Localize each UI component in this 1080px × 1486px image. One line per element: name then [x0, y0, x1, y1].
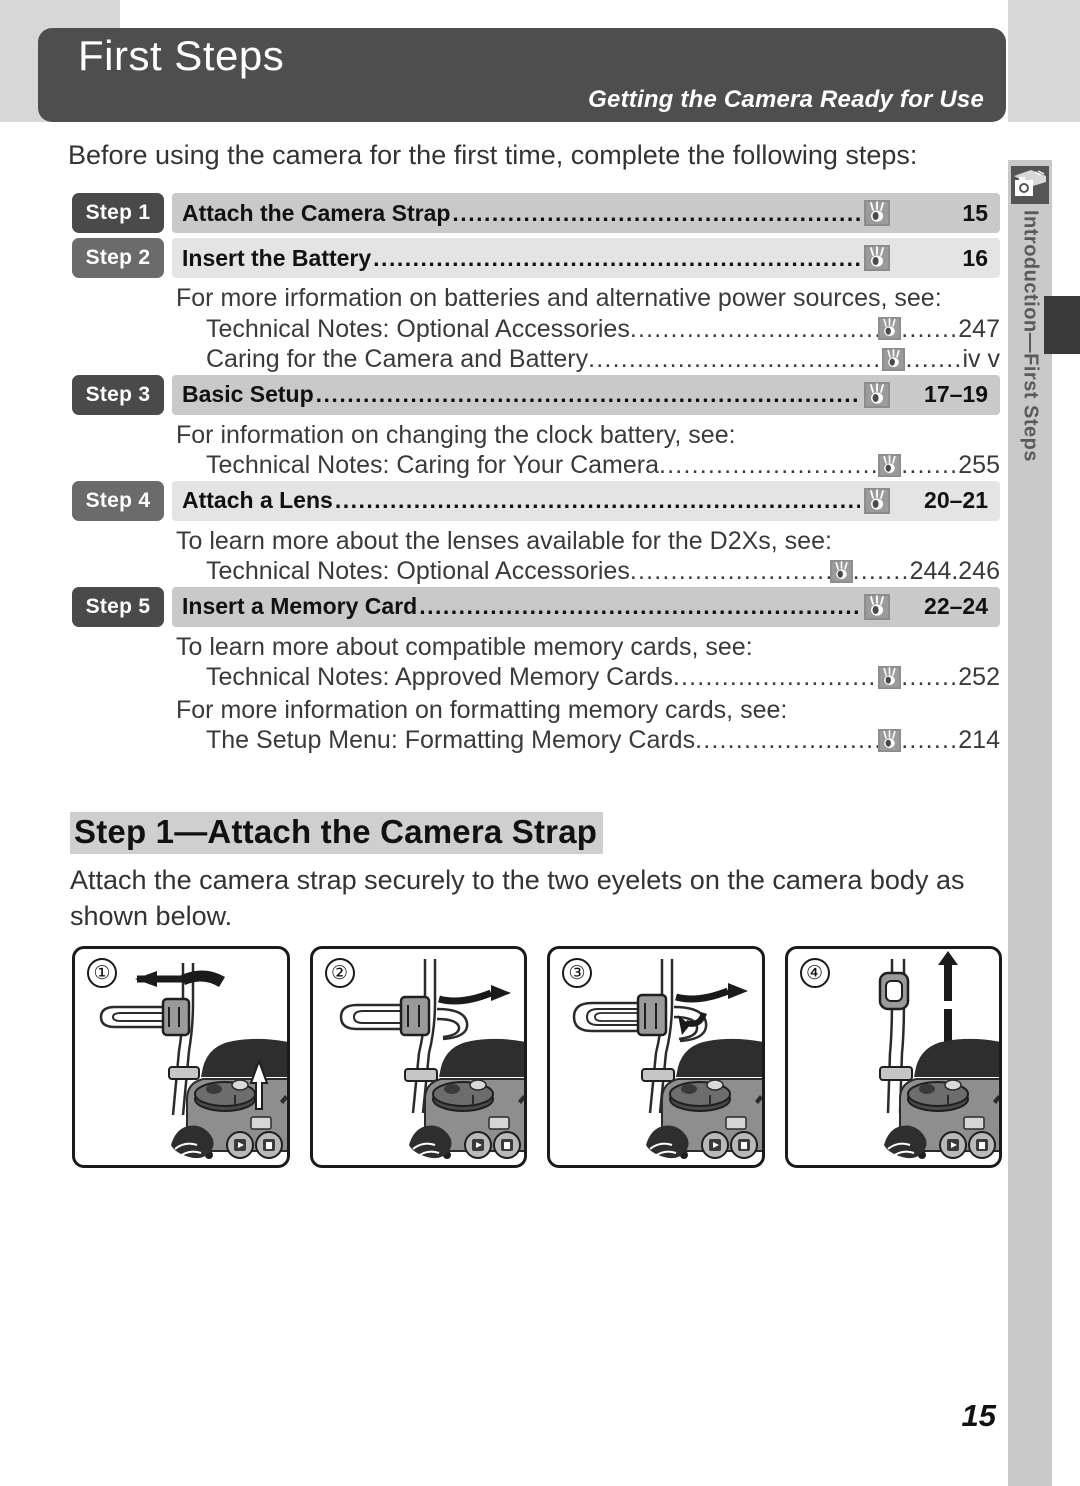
illustration-panel: ②	[309, 946, 527, 1168]
step-entry: Attach the Camera Strap.................…	[172, 193, 1000, 233]
reference-eye-icon	[864, 593, 890, 620]
cross-reference-page: 214	[958, 726, 1000, 754]
step-row: Step 2 Insert the Battery................…	[72, 238, 1000, 278]
leader-dots: ........................................…	[659, 451, 879, 479]
step-badge: Step 4	[72, 480, 164, 521]
cross-reference-title: Technical Notes: Caring for Your Camera	[206, 451, 660, 479]
cross-reference-title: Caring for the Camera and Battery	[206, 345, 589, 373]
reference-eye-icon	[864, 487, 890, 514]
illustration-panel: ①	[72, 946, 290, 1168]
step-entry: Basic Setup.............................…	[172, 374, 1000, 415]
leader-dots: ........................................…	[334, 487, 860, 513]
camera-in-hand-icon	[1011, 166, 1049, 204]
reference-eye-icon	[878, 665, 902, 689]
leader-dots-tail: .......	[901, 314, 959, 343]
section-heading: Step 1—Attach the Camera Strap	[70, 812, 604, 854]
leader-dots: ........................................…	[629, 557, 830, 585]
cross-reference-title: Technical Notes: Approved Memory Cards	[206, 663, 673, 691]
illustration-panel: ③	[547, 946, 765, 1168]
cross-reference-title: Technical Notes: Optional Accessories	[206, 314, 630, 343]
step-badge: Step 5	[72, 586, 164, 627]
step-page-number: 15	[962, 199, 988, 226]
leader-dots-tail: .......	[901, 663, 959, 691]
step-title: Insert the Battery	[182, 244, 372, 271]
cross-reference-title: The Setup Menu: Formatting Memory Cards	[206, 726, 696, 754]
cross-reference-title: Technical Notes: Optional Accessories	[206, 557, 630, 585]
step-entry: Insert the Battery......................…	[172, 238, 1000, 278]
intro-text: Before using the camera for the first ti…	[68, 140, 918, 170]
step-row: Step 3 Basic Setup.......................…	[72, 374, 1000, 415]
reference-eye-icon	[878, 317, 902, 341]
chapter-side-tab: Introduction—First Steps	[1008, 166, 1052, 586]
step-title: Attach a Lens	[182, 487, 333, 513]
page-header-banner: First Steps Getting the Camera Ready for…	[38, 28, 1006, 122]
cross-reference-page: 255	[958, 451, 1000, 479]
step-row: Step 1 Attach the Camera Strap...........…	[72, 193, 1000, 233]
cross-reference-page: 252	[958, 663, 1000, 691]
step-title: Attach the Camera Strap	[182, 199, 451, 226]
section-body-text: Attach the camera strap securely to the …	[70, 865, 965, 932]
steps-list: Step 1 Attach the Camera Strap...........…	[72, 193, 1000, 756]
leader-dots-tail: .......	[905, 345, 963, 373]
step-badge: Step 3	[72, 374, 164, 415]
panel-number: ③	[562, 958, 592, 988]
step-entry: Attach a Lens...........................…	[172, 480, 1000, 521]
leader-dots: ........................................…	[588, 345, 882, 373]
leader-dots: ........................................…	[695, 726, 878, 754]
leader-dots-tail: .......	[852, 557, 910, 585]
reference-eye-icon	[882, 347, 906, 371]
leader-dots-tail: .......	[901, 451, 959, 479]
step-title: Basic Setup	[182, 381, 314, 407]
cross-reference-line: Technical Notes: Optional Accessories...…	[206, 556, 1000, 587]
panel-number: ④	[799, 958, 830, 988]
reference-eye-icon	[864, 245, 890, 271]
note-lead-text: To learn more about the lenses available…	[176, 526, 832, 555]
step-page-number: 22–24	[924, 593, 988, 619]
step-page-number: 17–19	[924, 381, 988, 407]
side-tab-label: Introduction—First Steps	[1019, 210, 1042, 462]
reference-eye-icon	[864, 200, 890, 226]
page-title: First Steps	[78, 32, 285, 79]
note-lead-text: For information on changing the clock ba…	[176, 420, 736, 449]
illustration-panels: ① ② ③ ④	[72, 946, 1002, 1168]
reference-eye-icon	[829, 559, 853, 583]
step-title: Insert a Memory Card	[182, 593, 418, 619]
cross-reference-page: iv v	[962, 345, 1001, 373]
step-badge: Step 1	[72, 193, 164, 233]
leader-dots: ........................................…	[629, 314, 878, 343]
reference-eye-icon	[878, 453, 902, 477]
cross-reference-page: 244.246	[909, 557, 1000, 585]
panel-number: ②	[324, 958, 355, 988]
leader-dots: ........................................…	[419, 593, 860, 619]
note-lead-text: For more irformation on batteries and al…	[176, 284, 942, 312]
illustration-panel: ④	[784, 946, 1002, 1168]
step-page-number: 20–21	[924, 487, 988, 513]
step-row: Step 4 Attach a Lens.....................…	[72, 480, 1000, 521]
leader-dots: ........................................…	[672, 663, 879, 691]
panel-number: ①	[87, 958, 117, 988]
reference-eye-icon	[878, 728, 902, 752]
reference-eye-icon	[864, 381, 890, 408]
cross-reference-line: Technical Notes: Approved Memory Cards .…	[206, 662, 1000, 693]
note-lead-text: For more information on formatting memor…	[176, 695, 788, 724]
page-subtitle: Getting the Camera Ready for Use	[588, 86, 984, 113]
page-number: 15	[961, 1398, 996, 1433]
step-entry: Insert a Memory Card....................…	[172, 586, 1000, 627]
note-lead-text: To learn more about compatible memory ca…	[176, 632, 753, 661]
step-page-number: 16	[962, 244, 988, 271]
cross-reference-line: Technical Notes: Optional Accessories...…	[206, 314, 1000, 345]
step-badge: Step 2	[72, 238, 164, 278]
leader-dots-tail: .......	[901, 726, 959, 754]
decorative-band-top-right	[1008, 0, 1080, 122]
cross-reference-page: 247	[958, 314, 1000, 343]
leader-dots: ........................................…	[452, 199, 860, 226]
leader-dots: ........................................…	[315, 381, 860, 407]
cross-reference-line: The Setup Menu: Formatting Memory Cards.…	[206, 725, 1000, 756]
cross-reference-line: Caring for the Camera and Battery ......…	[206, 344, 1000, 375]
cross-reference-line: Technical Notes: Caring for Your Camera …	[206, 450, 1000, 481]
leader-dots: ........................................…	[373, 244, 860, 271]
step-row: Step 5 Insert a Memory Card..............…	[72, 586, 1000, 627]
